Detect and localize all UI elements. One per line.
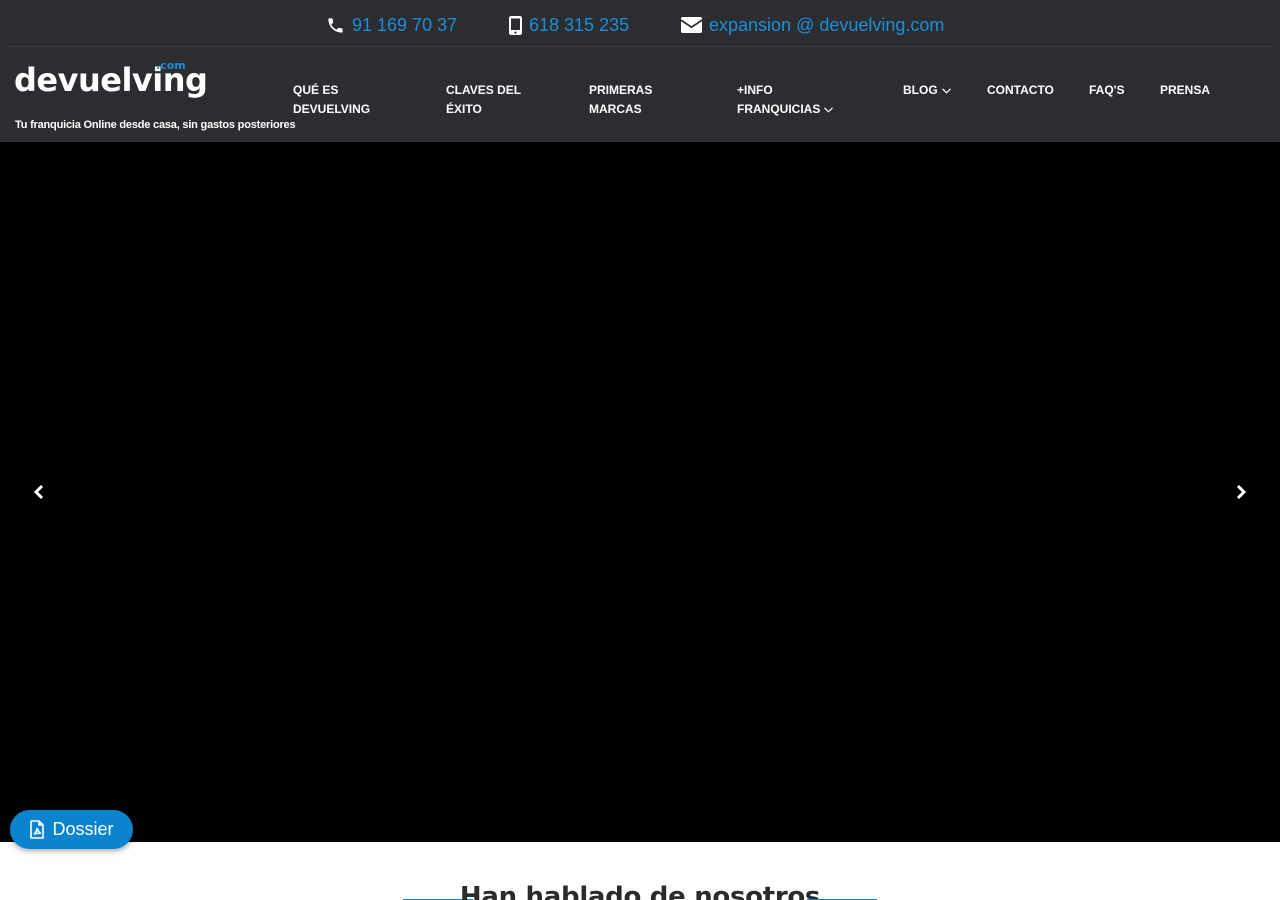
chevron-down-icon xyxy=(941,88,951,94)
nav-faqs[interactable]: FAQ'S xyxy=(1089,81,1125,100)
phone-icon xyxy=(328,17,343,33)
hero-slider xyxy=(0,142,1280,842)
nav-blog[interactable]: BLOG xyxy=(903,81,951,100)
slider-prev-button[interactable] xyxy=(27,480,51,504)
nav-primeras-marcas[interactable]: PRIMERAS MARCAS xyxy=(589,81,679,119)
chevron-down-icon xyxy=(824,107,834,113)
logo-suffix: .com xyxy=(156,59,186,72)
chevron-right-icon xyxy=(1236,484,1247,500)
mobile-link[interactable]: 618 315 235 xyxy=(509,12,629,38)
brand-tagline: Tu franquicia Online desde casa, sin gas… xyxy=(15,119,296,131)
mobile-number: 618 315 235 xyxy=(529,14,630,35)
phone-number: 91 169 70 37 xyxy=(352,14,458,35)
nav-contacto[interactable]: CONTACTO xyxy=(987,81,1054,100)
dossier-label: Dossier xyxy=(52,819,114,839)
envelope-icon xyxy=(681,17,702,33)
press-title: Han hablado de nosotros xyxy=(459,882,821,900)
pdf-file-icon xyxy=(30,820,45,839)
nav-claves-del-exito[interactable]: CLAVES DEL ÉXITO xyxy=(446,81,536,119)
nav-info-franquicias[interactable]: +INFO FRANQUICIAS xyxy=(737,81,857,119)
mobile-icon xyxy=(509,15,522,35)
chevron-left-icon xyxy=(33,484,44,500)
nav-que-es-devuelving[interactable]: QUÉ ES DEVUELVING xyxy=(293,81,403,119)
slider-next-button[interactable] xyxy=(1229,480,1253,504)
phone-link[interactable]: 91 169 70 37 xyxy=(326,12,457,38)
email-address: expansion @ devuelving.com xyxy=(709,14,945,35)
devuelving-logo[interactable]: devuelving .com xyxy=(14,55,224,111)
dossier-button[interactable]: Dossier xyxy=(10,810,133,849)
top-contact-bar: 91 169 70 37 618 315 235 expansion @ dev… xyxy=(0,0,1280,47)
main-header: devuelving .com Tu franquicia Online des… xyxy=(0,47,1280,142)
nav-prensa[interactable]: PRENSA xyxy=(1160,81,1210,100)
email-link[interactable]: expansion @ devuelving.com xyxy=(681,12,944,38)
press-section: Han hablado de nosotros xyxy=(0,876,1280,900)
